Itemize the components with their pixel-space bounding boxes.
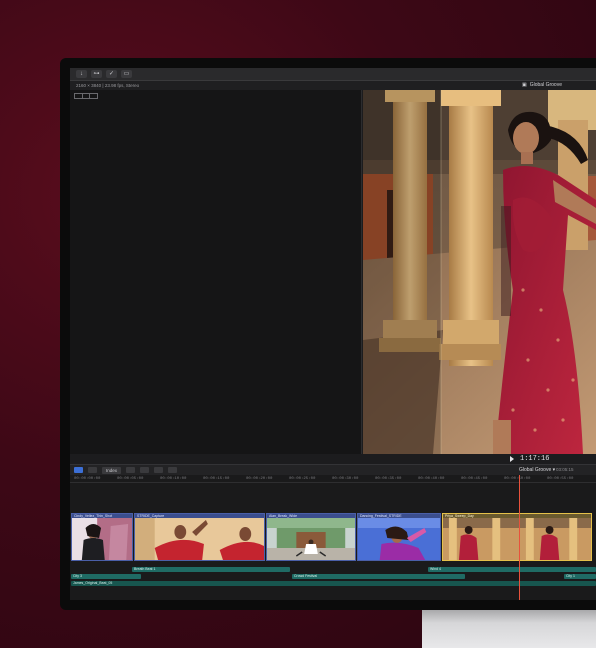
viewer[interactable] [363,90,596,454]
ruler-mark: 00:00:15:00 [203,477,230,481]
playhead[interactable] [519,475,520,600]
clip-thumbnails [72,518,132,560]
timeline-clip[interactable]: Alan_Break_Wide [266,513,356,561]
film-icon: ▣ [522,82,527,88]
info-bar: 2160 × 3840 | 23.98 fps, Stereo ▣ Global… [70,81,596,90]
clip-thumbnail [443,518,591,560]
blade-icon[interactable] [168,467,178,473]
view-toggle[interactable] [74,93,98,99]
project-title: ▣ Global Groove [522,82,562,88]
timeline-clip[interactable]: STRIDE_Capture [134,513,265,561]
clip-thumbnails [267,518,355,560]
grid-view-icon[interactable] [83,94,91,98]
audio-clip[interactable]: Wind 4 [428,567,596,572]
clip-thumbnails [135,518,264,560]
app-window: ↓ ⊶ ✓ ▭ 2160 × 3840 | 23.98 fps, Stereo … [70,68,596,600]
connect-icon[interactable] [126,467,136,473]
audio-clip[interactable]: City 3 [71,574,141,579]
play-icon[interactable] [510,456,514,462]
clip-thumbnails [358,518,440,560]
filmstrip-view-icon[interactable] [90,94,97,98]
ruler-mark: 00:00:10:00 [160,477,187,481]
ruler-mark: 00:00:20:00 [246,477,273,481]
browser-pane[interactable] [70,90,362,458]
ruler-mark: 00:00:35:00 [375,477,402,481]
timeline-toolbar: Index Global Groove ▾ 03:05:15 [70,464,596,475]
clip-thumbnails [443,518,591,560]
insert-icon[interactable] [140,467,150,473]
ruler-mark: 00:00:50:00 [504,477,531,481]
ruler-mark: 00:00:55:00 [547,477,574,481]
audio-clip[interactable]: City 1 [564,574,596,579]
append-clip-icon[interactable] [74,467,83,473]
share-icon[interactable]: ▭ [121,70,132,78]
check-icon[interactable]: ✓ [106,70,117,78]
timeline-ruler[interactable]: 00:00:00:00 00:00:05:00 00:00:10:00 00:0… [70,475,596,483]
chevron-down-icon: ▾ [552,467,556,473]
project-name: Global Groove [529,82,562,88]
ruler-mark: 00:00:45:00 [461,477,488,481]
top-toolbar: ↓ ⊶ ✓ ▭ [70,68,596,81]
timeline-duration: 03:05:15 [556,467,574,472]
ruler-mark: 00:00:40:00 [418,477,445,481]
keyword-icon[interactable]: ⊶ [91,70,102,78]
index-button[interactable]: Index [102,466,122,474]
viewer-controls: 1:17:16 [70,454,596,464]
tool-select-icon[interactable] [88,467,97,473]
clip-thumbnail [135,518,264,560]
overwrite-icon[interactable] [154,467,164,473]
timeline-clip-selected[interactable]: Priya_Sweep_Day [442,513,592,561]
ruler-mark: 00:00:05:00 [117,477,144,481]
list-view-icon[interactable] [75,94,83,98]
ruler-mark: 00:00:30:00 [332,477,359,481]
monitor-stand [422,606,596,648]
format-info: 2160 × 3840 | 23.98 fps, Stereo [76,83,140,88]
import-icon[interactable]: ↓ [76,70,87,78]
audio-clip[interactable]: Crowd Festival [292,574,465,579]
audio-clip[interactable]: Breath Beat 1 [132,567,290,572]
ruler-mark: 00:00:00:00 [74,477,101,481]
clip-thumbnail [358,518,440,560]
clip-thumbnail [72,518,132,560]
timeline-tracks[interactable]: Cindy_Vellez_Thin_Shot STRIDE_Capture Al… [70,483,596,600]
timeline-clip[interactable]: Cindy_Vellez_Thin_Shot [71,513,133,561]
monitor: ↓ ⊶ ✓ ▭ 2160 × 3840 | 23.98 fps, Stereo … [60,58,596,610]
clip-thumbnail [267,518,355,560]
timeline-clip[interactable]: Dancing_Festival_STRIDE [357,513,441,561]
timeline-project-label: Global Groove [519,467,552,473]
ruler-mark: 00:00:25:00 [289,477,316,481]
music-clip[interactable]: James_Original_Beat_05 [71,581,596,586]
timecode-display: 1:17:16 [520,455,550,463]
viewer-frame [363,90,596,454]
timeline-project-name[interactable]: Global Groove ▾ [519,467,555,473]
